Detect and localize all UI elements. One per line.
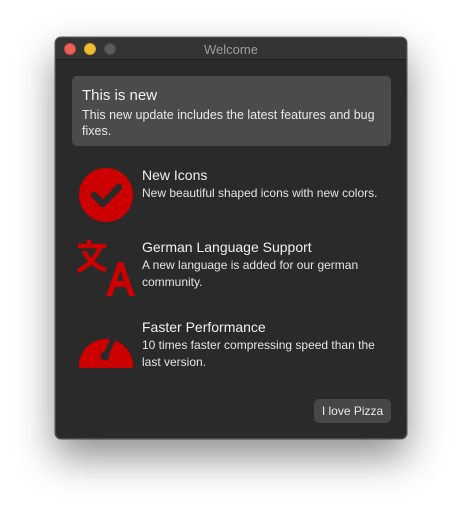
feature-description: New beautiful shaped icons with new colo… (142, 186, 378, 200)
banner-body: This new update includes the latest feat… (82, 108, 375, 138)
welcome-window: Welcome This is new This new update incl… (55, 37, 407, 439)
translate-icon (76, 238, 136, 298)
whats-new-banner: This is new This new update includes the… (72, 76, 391, 146)
i-love-pizza-button[interactable]: I love Pizza (314, 399, 391, 423)
feature-item-faster-performance: Faster Performance 10 times faster compr… (76, 318, 391, 378)
feature-description: 10 times faster compressing speed than t… (142, 338, 375, 369)
feature-item-new-icons: New Icons New beautiful shaped icons wit… (76, 166, 391, 226)
feature-title: German Language Support (142, 239, 312, 255)
checkmark-circle-icon (76, 166, 136, 226)
speedometer-icon (76, 318, 136, 378)
feature-title: Faster Performance (142, 319, 266, 335)
feature-description: A new language is added for our german c… (142, 258, 359, 289)
banner-title: This is new (82, 87, 158, 104)
title-bar[interactable]: Welcome (56, 38, 406, 60)
feature-item-german-language: German Language Support A new language i… (76, 238, 391, 298)
window-title: Welcome (204, 42, 258, 57)
feature-title: New Icons (142, 167, 208, 183)
